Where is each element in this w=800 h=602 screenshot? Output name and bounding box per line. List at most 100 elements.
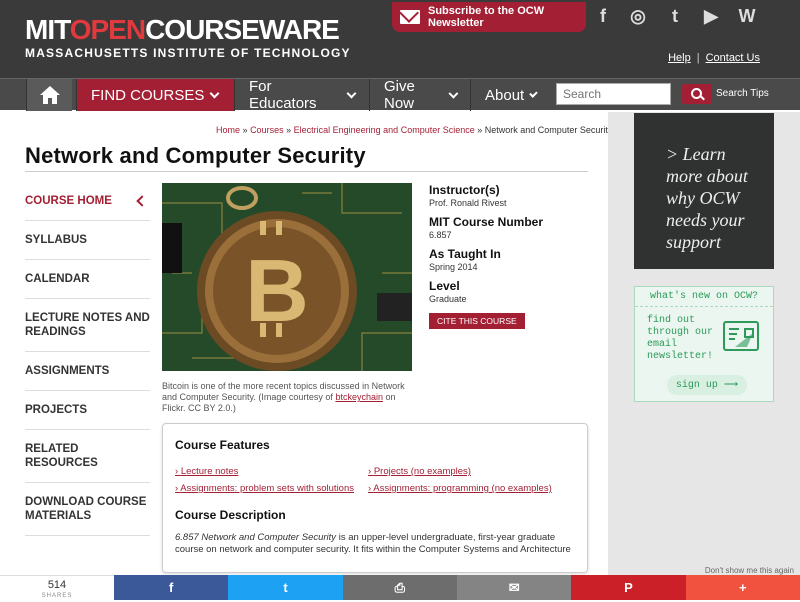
newsletter-promo-header: what's new on OCW?: [635, 287, 773, 307]
email-icon: ✉: [508, 579, 520, 595]
youtube-icon[interactable]: ▶: [698, 3, 724, 29]
course-sidebar: COURSE HOME SYLLABUS CALENDAR LECTURE NO…: [25, 182, 150, 536]
breadcrumb-current: Network and Computer Security: [484, 125, 613, 135]
sidebar-item-related-resources[interactable]: RELATED RESOURCES: [25, 430, 150, 483]
breadcrumb-sep: »: [286, 125, 292, 135]
envelope-icon: [400, 10, 420, 24]
search-button[interactable]: [682, 84, 712, 104]
facebook-icon: f: [168, 580, 174, 595]
newsletter-signup-button[interactable]: sign up ⟶: [667, 375, 747, 395]
sidebar-item-syllabus[interactable]: SYLLABUS: [25, 221, 150, 260]
sidebar-item-course-home[interactable]: COURSE HOME: [25, 182, 150, 221]
sidebar-item-lecture-notes[interactable]: LECTURE NOTES AND READINGS: [25, 299, 150, 352]
twitter-icon[interactable]: t: [662, 3, 688, 29]
chevron-down-icon: [346, 88, 357, 98]
nav-label: For Educators: [249, 78, 317, 112]
description-course-name: 6.857 Network and Computer Security: [175, 532, 337, 543]
logo-courseware: COURSEWARE: [145, 14, 340, 45]
instructor-label: Instructor(s): [429, 183, 500, 197]
nav-label: FIND COURSES: [91, 86, 205, 104]
chevron-down-icon: [529, 88, 538, 98]
support-ocw-promo[interactable]: > Learn more about why OCW needs your su…: [634, 113, 774, 269]
instructor-value: Prof. Ronald Rivest: [429, 198, 507, 208]
course-info: Instructor(s) Prof. Ronald Rivest MIT Co…: [429, 183, 589, 329]
search-tips-link[interactable]: Search Tips: [716, 88, 769, 99]
sidebar-item-download[interactable]: DOWNLOAD COURSE MATERIALS: [25, 483, 150, 536]
main-nav: FIND COURSES For Educators Give Now Abou…: [0, 78, 800, 112]
wordpress-icon[interactable]: W: [734, 3, 760, 29]
features-title: Course Features: [175, 438, 270, 452]
page-title: Network and Computer Security: [25, 143, 366, 168]
facebook-icon[interactable]: f: [590, 3, 616, 29]
features-row: Assignments: problem sets with solutions…: [175, 483, 575, 494]
nav-label: About: [485, 86, 525, 104]
site-header: MITOPENCOURSEWARE MASSACHUSETTS INSTITUT…: [0, 0, 800, 78]
dont-show-again-link[interactable]: Don't show me this again: [705, 566, 794, 575]
title-divider: [25, 171, 588, 172]
help-link[interactable]: Help: [668, 52, 691, 64]
nav-label: Give Now: [384, 78, 415, 112]
instagram-icon[interactable]: ◎: [625, 3, 651, 29]
home-button[interactable]: [26, 79, 72, 111]
share-email-button[interactable]: ✉: [456, 575, 572, 600]
chevron-down-icon: [447, 88, 458, 98]
image-caption: Bitcoin is one of the more recent topics…: [162, 381, 412, 414]
share-count-value: 514: [47, 579, 67, 591]
level-value: Graduate: [429, 294, 467, 304]
taught-in-value: Spring 2014: [429, 262, 478, 272]
ocw-logo[interactable]: MITOPENCOURSEWARE: [25, 14, 340, 46]
breadcrumb: Home » Courses » Electrical Engineering …: [216, 125, 612, 135]
description-title: Course Description: [175, 508, 286, 522]
newsletter-icon: [723, 321, 759, 351]
breadcrumb-courses[interactable]: Courses: [250, 125, 284, 135]
feature-link-projects[interactable]: Projects (no examples): [368, 466, 561, 477]
bitcoin-image: B: [162, 183, 412, 371]
breadcrumb-sep: »: [477, 125, 483, 135]
share-facebook-button[interactable]: f: [114, 575, 229, 600]
caption-credit-link[interactable]: btckeychain: [335, 392, 383, 402]
course-description: 6.857 Network and Computer Security is a…: [175, 532, 575, 556]
search-input[interactable]: [556, 83, 671, 105]
sidebar-item-calendar[interactable]: CALENDAR: [25, 260, 150, 299]
level-label: Level: [429, 279, 460, 293]
nav-about[interactable]: About: [470, 79, 550, 111]
course-number-label: MIT Course Number: [429, 215, 544, 229]
newsletter-promo: what's new on OCW? find out through our …: [634, 286, 774, 402]
nav-give-now[interactable]: Give Now: [369, 78, 470, 112]
sidebar-item-label: COURSE HOME: [25, 195, 112, 207]
feature-link-assignments-programming[interactable]: Assignments: programming (no examples): [368, 483, 561, 494]
logo-mit: MIT: [25, 14, 71, 45]
twitter-icon: t: [283, 580, 288, 595]
share-pinterest-button[interactable]: P: [571, 575, 686, 600]
course-features-box: Course Features Lecture notes Projects (…: [162, 423, 588, 573]
course-image: B: [162, 183, 412, 371]
feature-link-assignments-problem-sets[interactable]: Assignments: problem sets with solutions: [175, 483, 368, 494]
utility-links: Help | Contact Us: [668, 52, 760, 64]
share-count-label: SHARES: [41, 593, 73, 599]
sidebar-item-projects[interactable]: PROJECTS: [25, 391, 150, 430]
logo-open: OPEN: [69, 14, 146, 45]
subscribe-newsletter-button[interactable]: Subscribe to the OCW Newsletter: [392, 2, 586, 32]
logo-subtitle: MASSACHUSETTS INSTITUTE OF TECHNOLOGY: [25, 46, 351, 60]
cite-course-button[interactable]: CITE THIS COURSE: [429, 313, 525, 329]
contact-link[interactable]: Contact Us: [706, 52, 760, 64]
nav-find-courses[interactable]: FIND COURSES: [76, 79, 234, 111]
share-bar: 514 SHARES f t ⎙ ✉ P +: [0, 575, 800, 600]
share-print-button[interactable]: ⎙: [342, 575, 457, 600]
nav-for-educators[interactable]: For Educators: [234, 78, 369, 112]
taught-in-label: As Taught In: [429, 247, 501, 261]
share-count: 514 SHARES: [0, 575, 114, 600]
home-icon: [39, 86, 60, 104]
breadcrumb-dept[interactable]: Electrical Engineering and Computer Scie…: [294, 125, 475, 135]
course-number-value: 6.857: [429, 230, 452, 240]
newsletter-promo-body: find out through our email newsletter!: [647, 315, 714, 362]
sidebar-item-assignments[interactable]: ASSIGNMENTS: [25, 352, 150, 391]
feature-link-lecture-notes[interactable]: Lecture notes: [175, 466, 368, 477]
breadcrumb-home[interactable]: Home: [216, 125, 240, 135]
breadcrumb-sep: »: [242, 125, 248, 135]
chevron-down-icon: [209, 88, 220, 98]
plus-icon: +: [739, 580, 747, 595]
print-icon: ⎙: [394, 579, 406, 595]
share-more-button[interactable]: +: [685, 575, 800, 600]
share-twitter-button[interactable]: t: [228, 575, 343, 600]
